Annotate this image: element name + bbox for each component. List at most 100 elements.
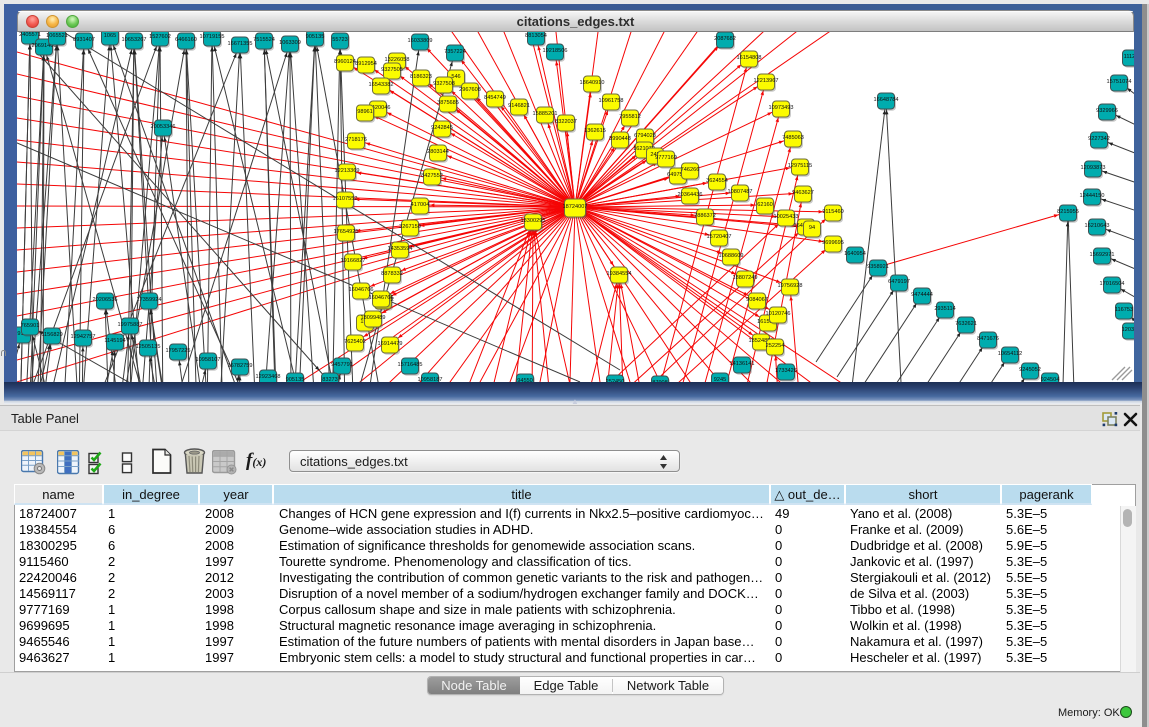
svg-text:7955812: 7955812 [619,114,641,120]
svg-text:10973493: 10973493 [769,105,794,111]
svg-text:7625402: 7625402 [344,339,366,345]
svg-text:16671355: 16671355 [228,41,253,47]
svg-text:12444150: 12444150 [1080,193,1105,199]
svg-text:10961758: 10961758 [599,98,624,104]
svg-text:9457791: 9457791 [331,362,353,368]
svg-text:9242845: 9242845 [431,125,453,131]
svg-text:3624554: 3624554 [706,178,728,184]
svg-text:9327508: 9327508 [433,81,455,87]
svg-text:18300295: 18300295 [521,218,546,224]
svg-text:9474444: 9474444 [911,292,933,298]
svg-text:17957225: 17957225 [166,348,191,354]
svg-text:7485063: 7485063 [782,135,804,141]
svg-text:905135: 905135 [286,377,305,382]
svg-text:16046766: 16046766 [349,287,374,293]
svg-text:2087682: 2087682 [714,36,736,42]
svg-text:8990448: 8990448 [609,136,631,142]
svg-text:17359924: 17359924 [137,297,162,303]
svg-text:10120746: 10120746 [766,311,791,317]
svg-text:9327505: 9327505 [381,67,403,73]
svg-text:16107552: 16107552 [333,196,358,202]
svg-text:9115460: 9115460 [822,209,843,215]
svg-text:12923468: 12923468 [256,374,281,380]
svg-text:746266: 746266 [681,167,700,173]
svg-text:7632621: 7632621 [955,321,977,327]
svg-text:10719155: 10719155 [200,34,225,40]
svg-text:116753: 116753 [1115,307,1133,313]
svg-text:55723: 55723 [332,37,348,43]
svg-text:7515524: 7515524 [253,37,275,43]
svg-text:8427552: 8427552 [421,173,443,179]
svg-text:17654925: 17654925 [334,229,359,235]
svg-text:15716485: 15716485 [398,362,423,368]
svg-text:1063309: 1063309 [279,40,301,46]
svg-text:1640954: 1640954 [844,251,866,257]
svg-text:905135: 905135 [306,34,325,40]
svg-text:15885201: 15885201 [533,111,558,117]
svg-text:252254: 252254 [766,343,785,349]
svg-text:10654112: 10654112 [998,351,1022,357]
svg-text:765901: 765901 [21,323,40,329]
svg-text:7886372: 7886372 [694,213,716,219]
svg-text:8878332: 8878332 [381,271,403,277]
svg-text:2967608: 2967608 [459,87,481,93]
svg-text:9777169: 9777169 [655,155,677,161]
svg-text:6466160: 6466160 [175,37,197,43]
svg-text:7357224: 7357224 [444,49,466,55]
svg-text:9329966: 9329966 [1096,108,1118,114]
svg-text:8960124: 8960124 [334,59,356,65]
svg-text:11120: 11120 [1124,54,1134,60]
svg-text:1156829: 1156829 [41,332,62,338]
svg-text:8931407: 8931407 [73,37,95,43]
svg-text:2803144: 2803144 [427,149,449,155]
svg-text:252450: 252450 [606,379,625,382]
svg-text:12975115: 12975115 [788,163,812,169]
svg-text:6479197: 6479197 [888,279,910,285]
svg-text:19218506: 19218506 [543,48,568,54]
svg-text:12213369: 12213369 [335,168,360,174]
svg-text:16210643: 16210643 [1085,223,1110,229]
svg-text:18807249: 18807249 [733,275,758,281]
svg-text:12942757: 12942757 [71,334,96,340]
svg-text:9084067: 9084067 [746,297,768,303]
svg-text:16914479: 16914479 [378,341,403,347]
svg-text:3267150: 3267150 [399,224,421,230]
svg-text:14353594: 14353594 [388,246,413,252]
svg-text:15751074: 15751074 [1107,79,1132,85]
svg-text:12213967: 12213967 [754,78,779,84]
svg-text:19166827: 19166827 [341,258,366,264]
svg-text:16648784: 16648784 [874,97,899,103]
svg-text:13226058: 13226058 [385,57,410,63]
svg-text:19975887: 19975887 [118,322,143,328]
svg-text:8471676: 8471676 [977,336,999,342]
svg-text:83273: 83273 [322,377,338,382]
svg-text:16782759: 16782759 [228,363,253,369]
svg-text:417004: 417004 [411,202,430,208]
svg-text:3875685: 3875685 [437,100,459,106]
svg-text:9358921: 9358921 [867,264,889,270]
svg-text:10688609: 10688609 [719,253,744,259]
svg-text:19756928: 19756928 [778,283,803,289]
svg-text:18724007: 18724007 [563,204,588,210]
svg-text:1733426: 1733426 [775,368,797,374]
svg-text:8813054: 8813054 [525,33,547,39]
svg-text:8912954: 8912954 [355,61,377,67]
svg-text:8454749: 8454749 [484,95,506,101]
svg-text:8215955: 8215955 [1057,209,1079,215]
svg-text:6794028: 6794028 [634,133,656,139]
svg-text:94550: 94550 [517,378,533,382]
svg-text:1065521: 1065521 [46,33,68,39]
svg-text:9245052: 9245052 [1019,367,1041,373]
svg-text:924504: 924504 [1041,377,1060,382]
svg-text:1362615: 1362615 [584,128,606,134]
svg-text:19384554: 19384554 [607,271,632,277]
svg-text:9146821: 9146821 [508,103,530,109]
svg-text:17016504: 17016504 [1100,281,1125,287]
svg-text:1527602: 1527602 [149,34,171,40]
svg-text:9227342: 9227342 [1088,136,1110,142]
svg-text:98961: 98961 [357,109,373,115]
svg-text:62160: 62160 [757,202,773,208]
svg-text:20206536: 20206536 [93,297,118,303]
svg-text:2718176: 2718176 [345,137,367,143]
svg-text:9699695: 9699695 [822,240,844,246]
